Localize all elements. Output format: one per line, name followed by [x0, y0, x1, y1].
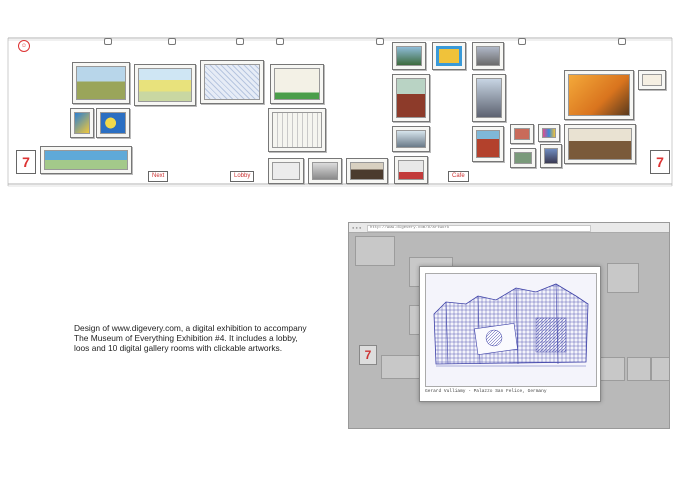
ceiling-lamp [104, 38, 112, 45]
artwork [607, 263, 639, 293]
artwork[interactable] [538, 124, 560, 142]
caption-line: Design of www.digevery.com, a digital ex… [74, 323, 307, 333]
artwork[interactable] [510, 124, 534, 144]
room-number: 7 [359, 345, 377, 365]
artwork-zoom-image[interactable] [425, 273, 597, 387]
ceiling-lamp [168, 38, 176, 45]
browser-toolbar: ● ● ● http://www.digevery.com/#/artwork [349, 223, 669, 233]
sign-cafe[interactable]: Cafe [448, 171, 469, 182]
room-number-door-left[interactable]: 7 [16, 150, 36, 174]
address-bar[interactable]: http://www.digevery.com/#/artwork [367, 225, 591, 232]
ceiling-lamp [276, 38, 284, 45]
artwork[interactable] [346, 158, 388, 184]
artwork[interactable] [392, 74, 430, 122]
gallery-panorama: ☺ 7 7 Next Lobby Cafe [6, 34, 674, 190]
artwork[interactable] [268, 158, 304, 184]
sign-lobby[interactable]: Lobby [230, 171, 255, 182]
artwork[interactable] [392, 126, 430, 152]
ceiling-lamp [618, 38, 626, 45]
artwork[interactable] [134, 64, 196, 106]
caption-line: The Museum of Everything Exhibition #4. … [74, 333, 298, 343]
artwork-detail-modal[interactable]: Gerard Vulliamy - Palazzo San Felice, Ge… [419, 266, 601, 402]
artwork[interactable] [472, 42, 504, 70]
project-description: Design of www.digevery.com, a digital ex… [74, 323, 307, 353]
artwork-caption: Gerard Vulliamy - Palazzo San Felice, Ge… [425, 389, 547, 394]
artwork[interactable] [432, 42, 466, 70]
artwork[interactable] [392, 42, 426, 70]
artwork[interactable] [268, 108, 326, 152]
artwork[interactable] [564, 124, 636, 164]
artwork[interactable] [472, 126, 504, 162]
window-controls-icon: ● ● ● [352, 225, 362, 230]
artwork [381, 355, 423, 379]
sign-next[interactable]: Next [148, 171, 169, 182]
room-number-door-right[interactable]: 7 [650, 150, 670, 174]
artwork[interactable] [510, 148, 536, 168]
artwork[interactable] [564, 70, 634, 120]
artwork[interactable] [72, 62, 130, 104]
artwork [355, 236, 395, 266]
artwork[interactable] [308, 158, 342, 184]
artwork [627, 357, 651, 381]
museum-logo[interactable]: ☺ [18, 40, 30, 52]
artwork[interactable] [70, 108, 94, 138]
artwork[interactable] [40, 146, 132, 174]
artwork[interactable] [472, 74, 506, 122]
artwork[interactable] [200, 60, 264, 104]
artwork[interactable] [638, 70, 666, 90]
artwork[interactable] [394, 156, 428, 184]
ceiling-lamp [518, 38, 526, 45]
caption-line: loos and 10 digital gallery rooms with c… [74, 343, 283, 353]
browser-screenshot: ● ● ● http://www.digevery.com/#/artwork … [348, 222, 670, 429]
ceiling-lamp [376, 38, 384, 45]
artwork[interactable] [270, 64, 324, 104]
artwork [651, 357, 669, 381]
ceiling-lamp [236, 38, 244, 45]
artwork[interactable] [96, 108, 130, 138]
artwork [599, 357, 625, 381]
artwork[interactable] [540, 144, 562, 168]
artwork-drawing [433, 283, 589, 367]
